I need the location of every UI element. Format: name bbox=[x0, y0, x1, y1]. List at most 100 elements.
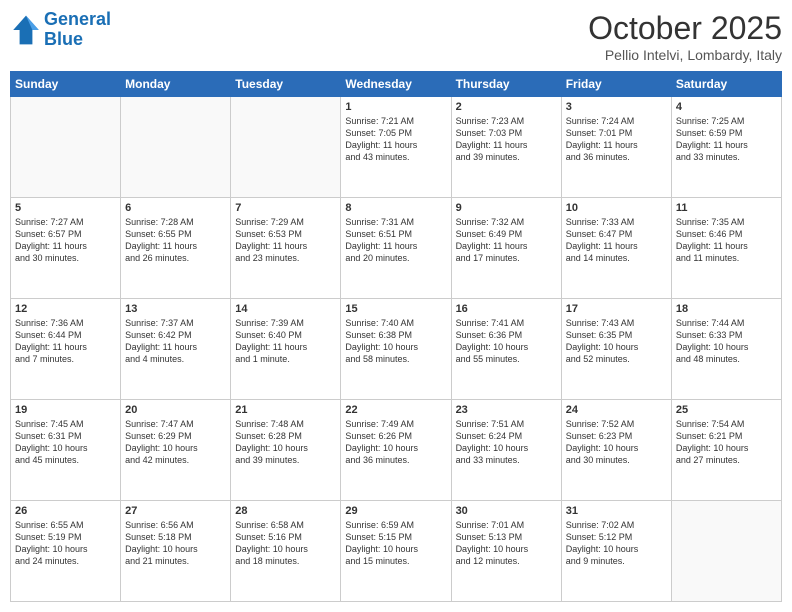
calendar-cell: 18 Sunrise: 7:44 AM Sunset: 6:33 PM Dayli… bbox=[671, 299, 781, 400]
day-number: 19 bbox=[15, 404, 116, 416]
calendar-cell: 6 Sunrise: 7:28 AM Sunset: 6:55 PM Daylig… bbox=[121, 198, 231, 299]
calendar-header: SundayMondayTuesdayWednesdayThursdayFrid… bbox=[11, 72, 782, 97]
weekday-header-tuesday: Tuesday bbox=[231, 72, 341, 97]
day-info: Sunrise: 7:51 AM Sunset: 6:24 PM Dayligh… bbox=[456, 418, 557, 467]
calendar-cell: 1Sunrise: 7:21 AM Sunset: 7:05 PM Daylig… bbox=[341, 97, 451, 198]
day-number: 21 bbox=[235, 404, 336, 416]
calendar-cell: 20 Sunrise: 7:47 AM Sunset: 6:29 PM Dayli… bbox=[121, 400, 231, 501]
calendar-cell: 3 Sunrise: 7:24 AM Sunset: 7:01 PM Daylig… bbox=[561, 97, 671, 198]
day-info: Sunrise: 7:01 AM Sunset: 5:13 PM Dayligh… bbox=[456, 519, 557, 568]
weekday-header-thursday: Thursday bbox=[451, 72, 561, 97]
day-number: 30 bbox=[456, 505, 557, 517]
day-number: 10 bbox=[566, 202, 667, 214]
day-info: Sunrise: 7:02 AM Sunset: 5:12 PM Dayligh… bbox=[566, 519, 667, 568]
day-info: Sunrise: 7:25 AM Sunset: 6:59 PM Dayligh… bbox=[676, 115, 777, 164]
day-info: Sunrise: 7:49 AM Sunset: 6:26 PM Dayligh… bbox=[345, 418, 446, 467]
day-info: Sunrise: 7:24 AM Sunset: 7:01 PM Dayligh… bbox=[566, 115, 667, 164]
day-info: Sunrise: 7:43 AM Sunset: 6:35 PM Dayligh… bbox=[566, 317, 667, 366]
day-info: Sunrise: 7:47 AM Sunset: 6:29 PM Dayligh… bbox=[125, 418, 226, 467]
day-info: Sunrise: 7:29 AM Sunset: 6:53 PM Dayligh… bbox=[235, 216, 336, 265]
day-number: 2 bbox=[456, 101, 557, 113]
day-info: Sunrise: 7:32 AM Sunset: 6:49 PM Dayligh… bbox=[456, 216, 557, 265]
calendar-cell: 12 Sunrise: 7:36 AM Sunset: 6:44 PM Dayli… bbox=[11, 299, 121, 400]
logo: General Blue bbox=[10, 10, 111, 50]
day-number: 22 bbox=[345, 404, 446, 416]
weekday-header-wednesday: Wednesday bbox=[341, 72, 451, 97]
calendar-week-1: 1Sunrise: 7:21 AM Sunset: 7:05 PM Daylig… bbox=[11, 97, 782, 198]
day-number: 15 bbox=[345, 303, 446, 315]
day-number: 26 bbox=[15, 505, 116, 517]
day-number: 24 bbox=[566, 404, 667, 416]
calendar-cell: 8 Sunrise: 7:31 AM Sunset: 6:51 PM Daylig… bbox=[341, 198, 451, 299]
calendar-week-5: 26Sunrise: 6:55 AM Sunset: 5:19 PM Dayli… bbox=[11, 501, 782, 602]
day-number: 20 bbox=[125, 404, 226, 416]
day-number: 14 bbox=[235, 303, 336, 315]
day-info: Sunrise: 7:31 AM Sunset: 6:51 PM Dayligh… bbox=[345, 216, 446, 265]
calendar-cell: 4 Sunrise: 7:25 AM Sunset: 6:59 PM Daylig… bbox=[671, 97, 781, 198]
day-number: 6 bbox=[125, 202, 226, 214]
logo-line1: General bbox=[44, 9, 111, 29]
day-info: Sunrise: 7:33 AM Sunset: 6:47 PM Dayligh… bbox=[566, 216, 667, 265]
day-number: 12 bbox=[15, 303, 116, 315]
logo-icon bbox=[10, 14, 42, 46]
day-info: Sunrise: 7:37 AM Sunset: 6:42 PM Dayligh… bbox=[125, 317, 226, 366]
day-number: 18 bbox=[676, 303, 777, 315]
day-info: Sunrise: 7:36 AM Sunset: 6:44 PM Dayligh… bbox=[15, 317, 116, 366]
day-info: Sunrise: 6:56 AM Sunset: 5:18 PM Dayligh… bbox=[125, 519, 226, 568]
day-info: Sunrise: 7:35 AM Sunset: 6:46 PM Dayligh… bbox=[676, 216, 777, 265]
day-number: 31 bbox=[566, 505, 667, 517]
calendar-cell: 23 Sunrise: 7:51 AM Sunset: 6:24 PM Dayli… bbox=[451, 400, 561, 501]
day-number: 29 bbox=[345, 505, 446, 517]
day-number: 11 bbox=[676, 202, 777, 214]
calendar-week-4: 19 Sunrise: 7:45 AM Sunset: 6:31 PM Dayli… bbox=[11, 400, 782, 501]
day-info: Sunrise: 7:21 AM Sunset: 7:05 PM Dayligh… bbox=[345, 115, 446, 164]
weekday-header-monday: Monday bbox=[121, 72, 231, 97]
day-number: 3 bbox=[566, 101, 667, 113]
calendar-cell: 5Sunrise: 7:27 AM Sunset: 6:57 PM Daylig… bbox=[11, 198, 121, 299]
header: General Blue October 2025 Pellio Intelvi… bbox=[10, 10, 782, 63]
day-info: Sunrise: 6:59 AM Sunset: 5:15 PM Dayligh… bbox=[345, 519, 446, 568]
day-number: 23 bbox=[456, 404, 557, 416]
day-info: Sunrise: 7:40 AM Sunset: 6:38 PM Dayligh… bbox=[345, 317, 446, 366]
calendar-week-3: 12 Sunrise: 7:36 AM Sunset: 6:44 PM Dayli… bbox=[11, 299, 782, 400]
calendar-cell bbox=[231, 97, 341, 198]
calendar-cell: 9 Sunrise: 7:32 AM Sunset: 6:49 PM Daylig… bbox=[451, 198, 561, 299]
calendar-cell: 28Sunrise: 6:58 AM Sunset: 5:16 PM Dayli… bbox=[231, 501, 341, 602]
day-info: Sunrise: 7:28 AM Sunset: 6:55 PM Dayligh… bbox=[125, 216, 226, 265]
weekday-header-saturday: Saturday bbox=[671, 72, 781, 97]
calendar-cell bbox=[671, 501, 781, 602]
day-info: Sunrise: 7:23 AM Sunset: 7:03 PM Dayligh… bbox=[456, 115, 557, 164]
calendar-cell: 16 Sunrise: 7:41 AM Sunset: 6:36 PM Dayli… bbox=[451, 299, 561, 400]
calendar-cell: 24 Sunrise: 7:52 AM Sunset: 6:23 PM Dayli… bbox=[561, 400, 671, 501]
calendar-cell: 15 Sunrise: 7:40 AM Sunset: 6:38 PM Dayli… bbox=[341, 299, 451, 400]
calendar-cell: 31 Sunrise: 7:02 AM Sunset: 5:12 PM Dayli… bbox=[561, 501, 671, 602]
day-number: 8 bbox=[345, 202, 446, 214]
day-info: Sunrise: 7:44 AM Sunset: 6:33 PM Dayligh… bbox=[676, 317, 777, 366]
calendar-week-2: 5Sunrise: 7:27 AM Sunset: 6:57 PM Daylig… bbox=[11, 198, 782, 299]
calendar-cell: 2 Sunrise: 7:23 AM Sunset: 7:03 PM Daylig… bbox=[451, 97, 561, 198]
weekday-header-row: SundayMondayTuesdayWednesdayThursdayFrid… bbox=[11, 72, 782, 97]
calendar-cell: 17Sunrise: 7:43 AM Sunset: 6:35 PM Dayli… bbox=[561, 299, 671, 400]
calendar-cell: 29 Sunrise: 6:59 AM Sunset: 5:15 PM Dayli… bbox=[341, 501, 451, 602]
calendar-cell: 10 Sunrise: 7:33 AM Sunset: 6:47 PM Dayli… bbox=[561, 198, 671, 299]
day-number: 27 bbox=[125, 505, 226, 517]
calendar-cell: 21Sunrise: 7:48 AM Sunset: 6:28 PM Dayli… bbox=[231, 400, 341, 501]
calendar-cell bbox=[11, 97, 121, 198]
calendar-cell: 27 Sunrise: 6:56 AM Sunset: 5:18 PM Dayli… bbox=[121, 501, 231, 602]
calendar-table: SundayMondayTuesdayWednesdayThursdayFrid… bbox=[10, 71, 782, 602]
day-info: Sunrise: 7:45 AM Sunset: 6:31 PM Dayligh… bbox=[15, 418, 116, 467]
calendar-cell: 22 Sunrise: 7:49 AM Sunset: 6:26 PM Dayli… bbox=[341, 400, 451, 501]
day-number: 4 bbox=[676, 101, 777, 113]
page-subtitle: Pellio Intelvi, Lombardy, Italy bbox=[588, 47, 782, 63]
day-number: 9 bbox=[456, 202, 557, 214]
calendar-cell bbox=[121, 97, 231, 198]
calendar-cell: 30 Sunrise: 7:01 AM Sunset: 5:13 PM Dayli… bbox=[451, 501, 561, 602]
calendar-cell: 7Sunrise: 7:29 AM Sunset: 6:53 PM Daylig… bbox=[231, 198, 341, 299]
title-area: October 2025 Pellio Intelvi, Lombardy, I… bbox=[588, 10, 782, 63]
weekday-header-sunday: Sunday bbox=[11, 72, 121, 97]
calendar-cell: 25Sunrise: 7:54 AM Sunset: 6:21 PM Dayli… bbox=[671, 400, 781, 501]
day-info: Sunrise: 7:52 AM Sunset: 6:23 PM Dayligh… bbox=[566, 418, 667, 467]
day-info: Sunrise: 7:41 AM Sunset: 6:36 PM Dayligh… bbox=[456, 317, 557, 366]
day-number: 16 bbox=[456, 303, 557, 315]
day-number: 28 bbox=[235, 505, 336, 517]
